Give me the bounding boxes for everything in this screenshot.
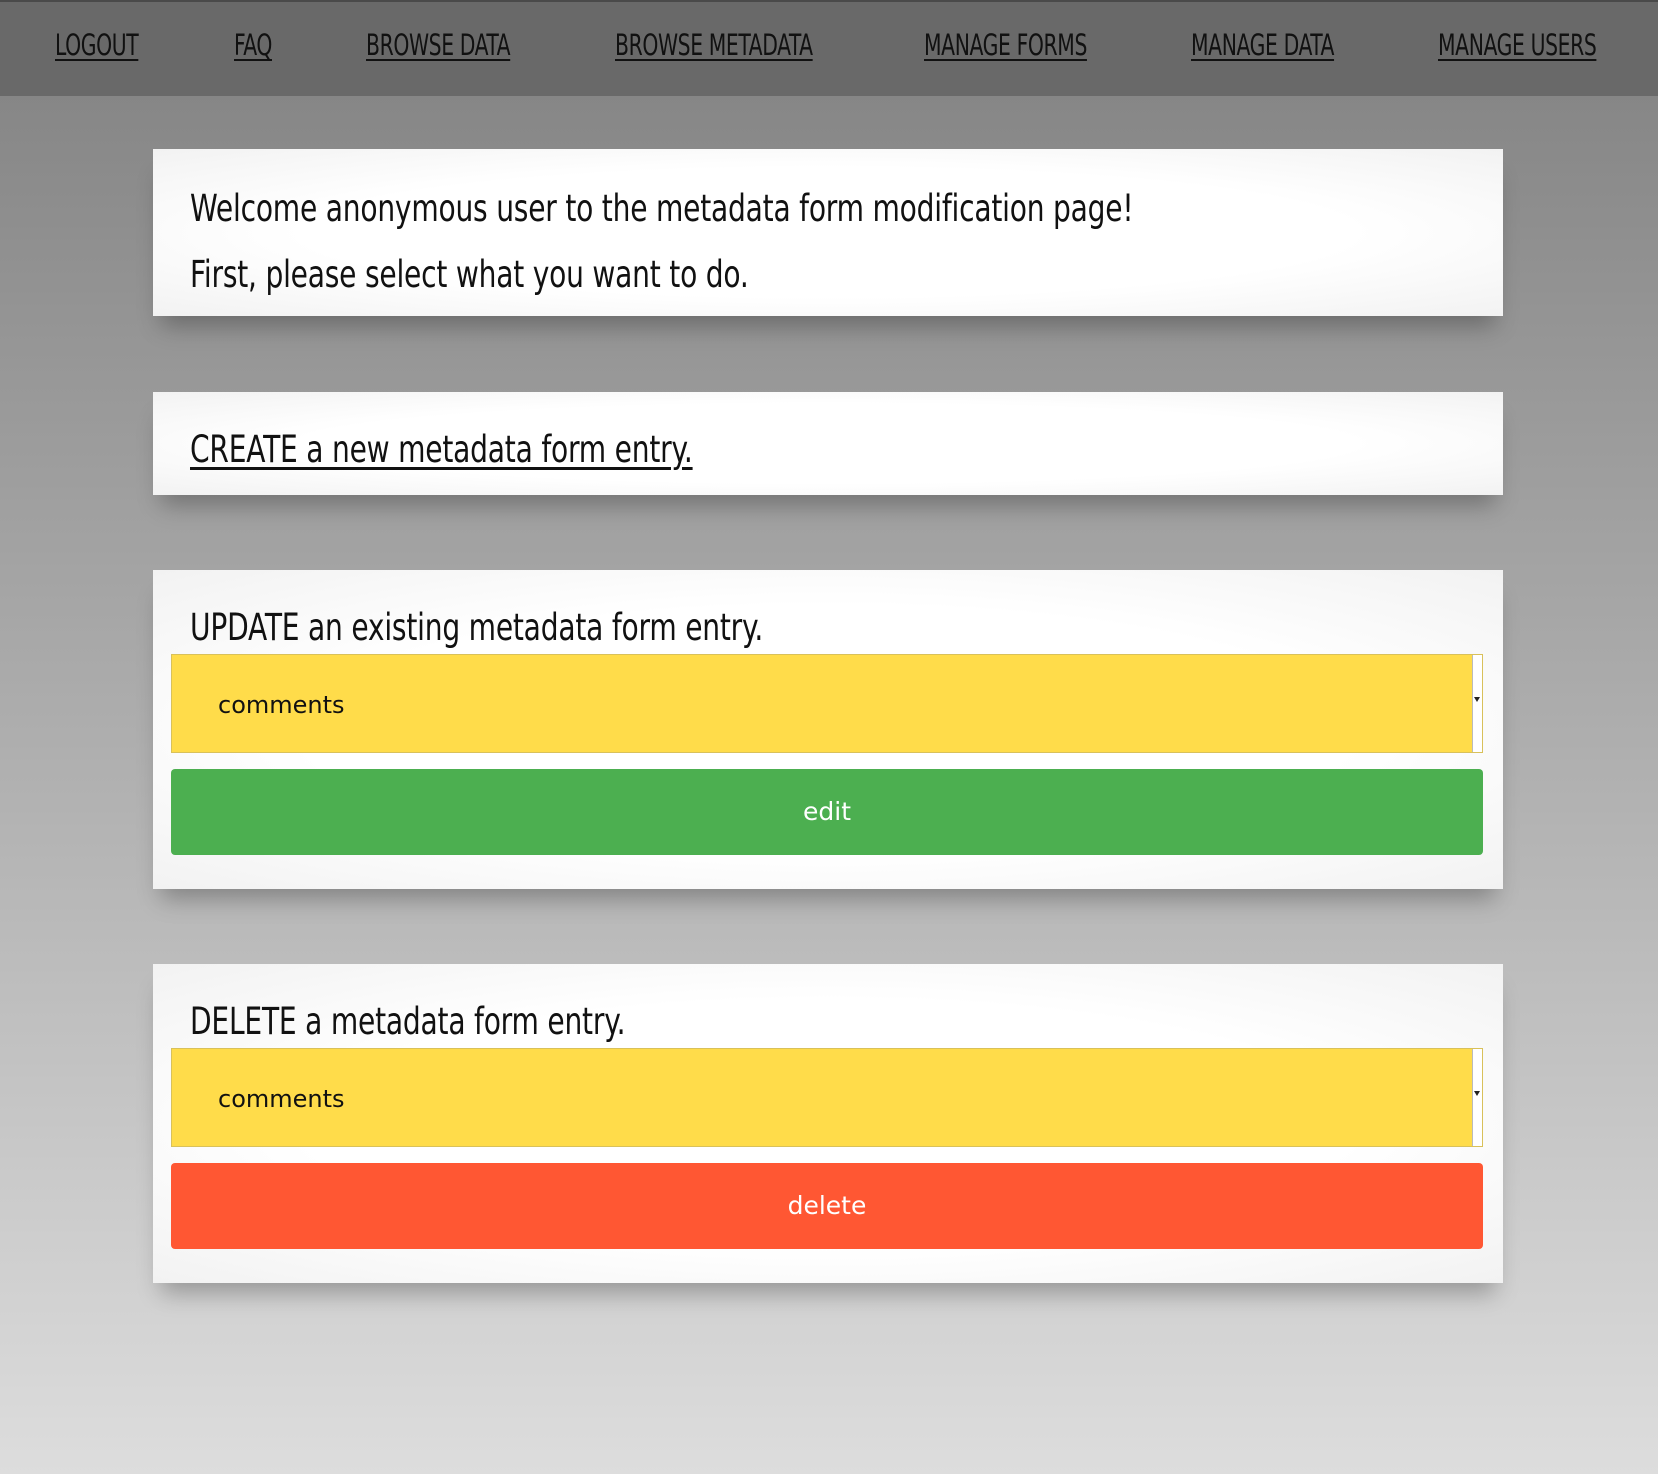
edit-button[interactable]: edit	[171, 769, 1483, 855]
welcome-message: Welcome anonymous user to the metadata f…	[190, 187, 1134, 230]
delete-select-scrollbar[interactable]	[1472, 1049, 1482, 1146]
update-card: UPDATE an existing metadata form entry. …	[153, 570, 1503, 889]
delete-button[interactable]: delete	[171, 1163, 1483, 1249]
update-select-scrollbar[interactable]	[1472, 655, 1482, 752]
top-navbar: LOGOUT FAQ BROWSE DATA BROWSE METADATA M…	[0, 0, 1658, 96]
create-entry-link[interactable]: CREATE a new metadata form entry.	[190, 428, 693, 471]
nav-browse-data-link[interactable]: BROWSE DATA	[366, 28, 511, 62]
update-heading: UPDATE an existing metadata form entry.	[190, 606, 764, 649]
nav-manage-users-link[interactable]: MANAGE USERS	[1438, 28, 1597, 62]
chevron-down-icon	[1474, 697, 1480, 702]
update-form-select[interactable]: comments	[171, 654, 1483, 753]
nav-browse-metadata-link[interactable]: BROWSE METADATA	[615, 28, 813, 62]
nav-logout-link[interactable]: LOGOUT	[55, 28, 139, 62]
chevron-down-icon	[1474, 1091, 1480, 1096]
welcome-card: Welcome anonymous user to the metadata f…	[153, 149, 1503, 316]
create-card: CREATE a new metadata form entry.	[153, 392, 1503, 495]
delete-heading: DELETE a metadata form entry.	[190, 1000, 626, 1043]
instruction-message: First, please select what you want to do…	[190, 253, 749, 296]
nav-manage-forms-link[interactable]: MANAGE FORMS	[924, 28, 1087, 62]
delete-form-select[interactable]: comments	[171, 1048, 1483, 1147]
delete-select-value: comments	[218, 1085, 345, 1113]
update-select-value: comments	[218, 691, 345, 719]
nav-faq-link[interactable]: FAQ	[234, 28, 272, 62]
nav-manage-data-link[interactable]: MANAGE DATA	[1191, 28, 1334, 62]
delete-card: DELETE a metadata form entry. comments d…	[153, 964, 1503, 1283]
